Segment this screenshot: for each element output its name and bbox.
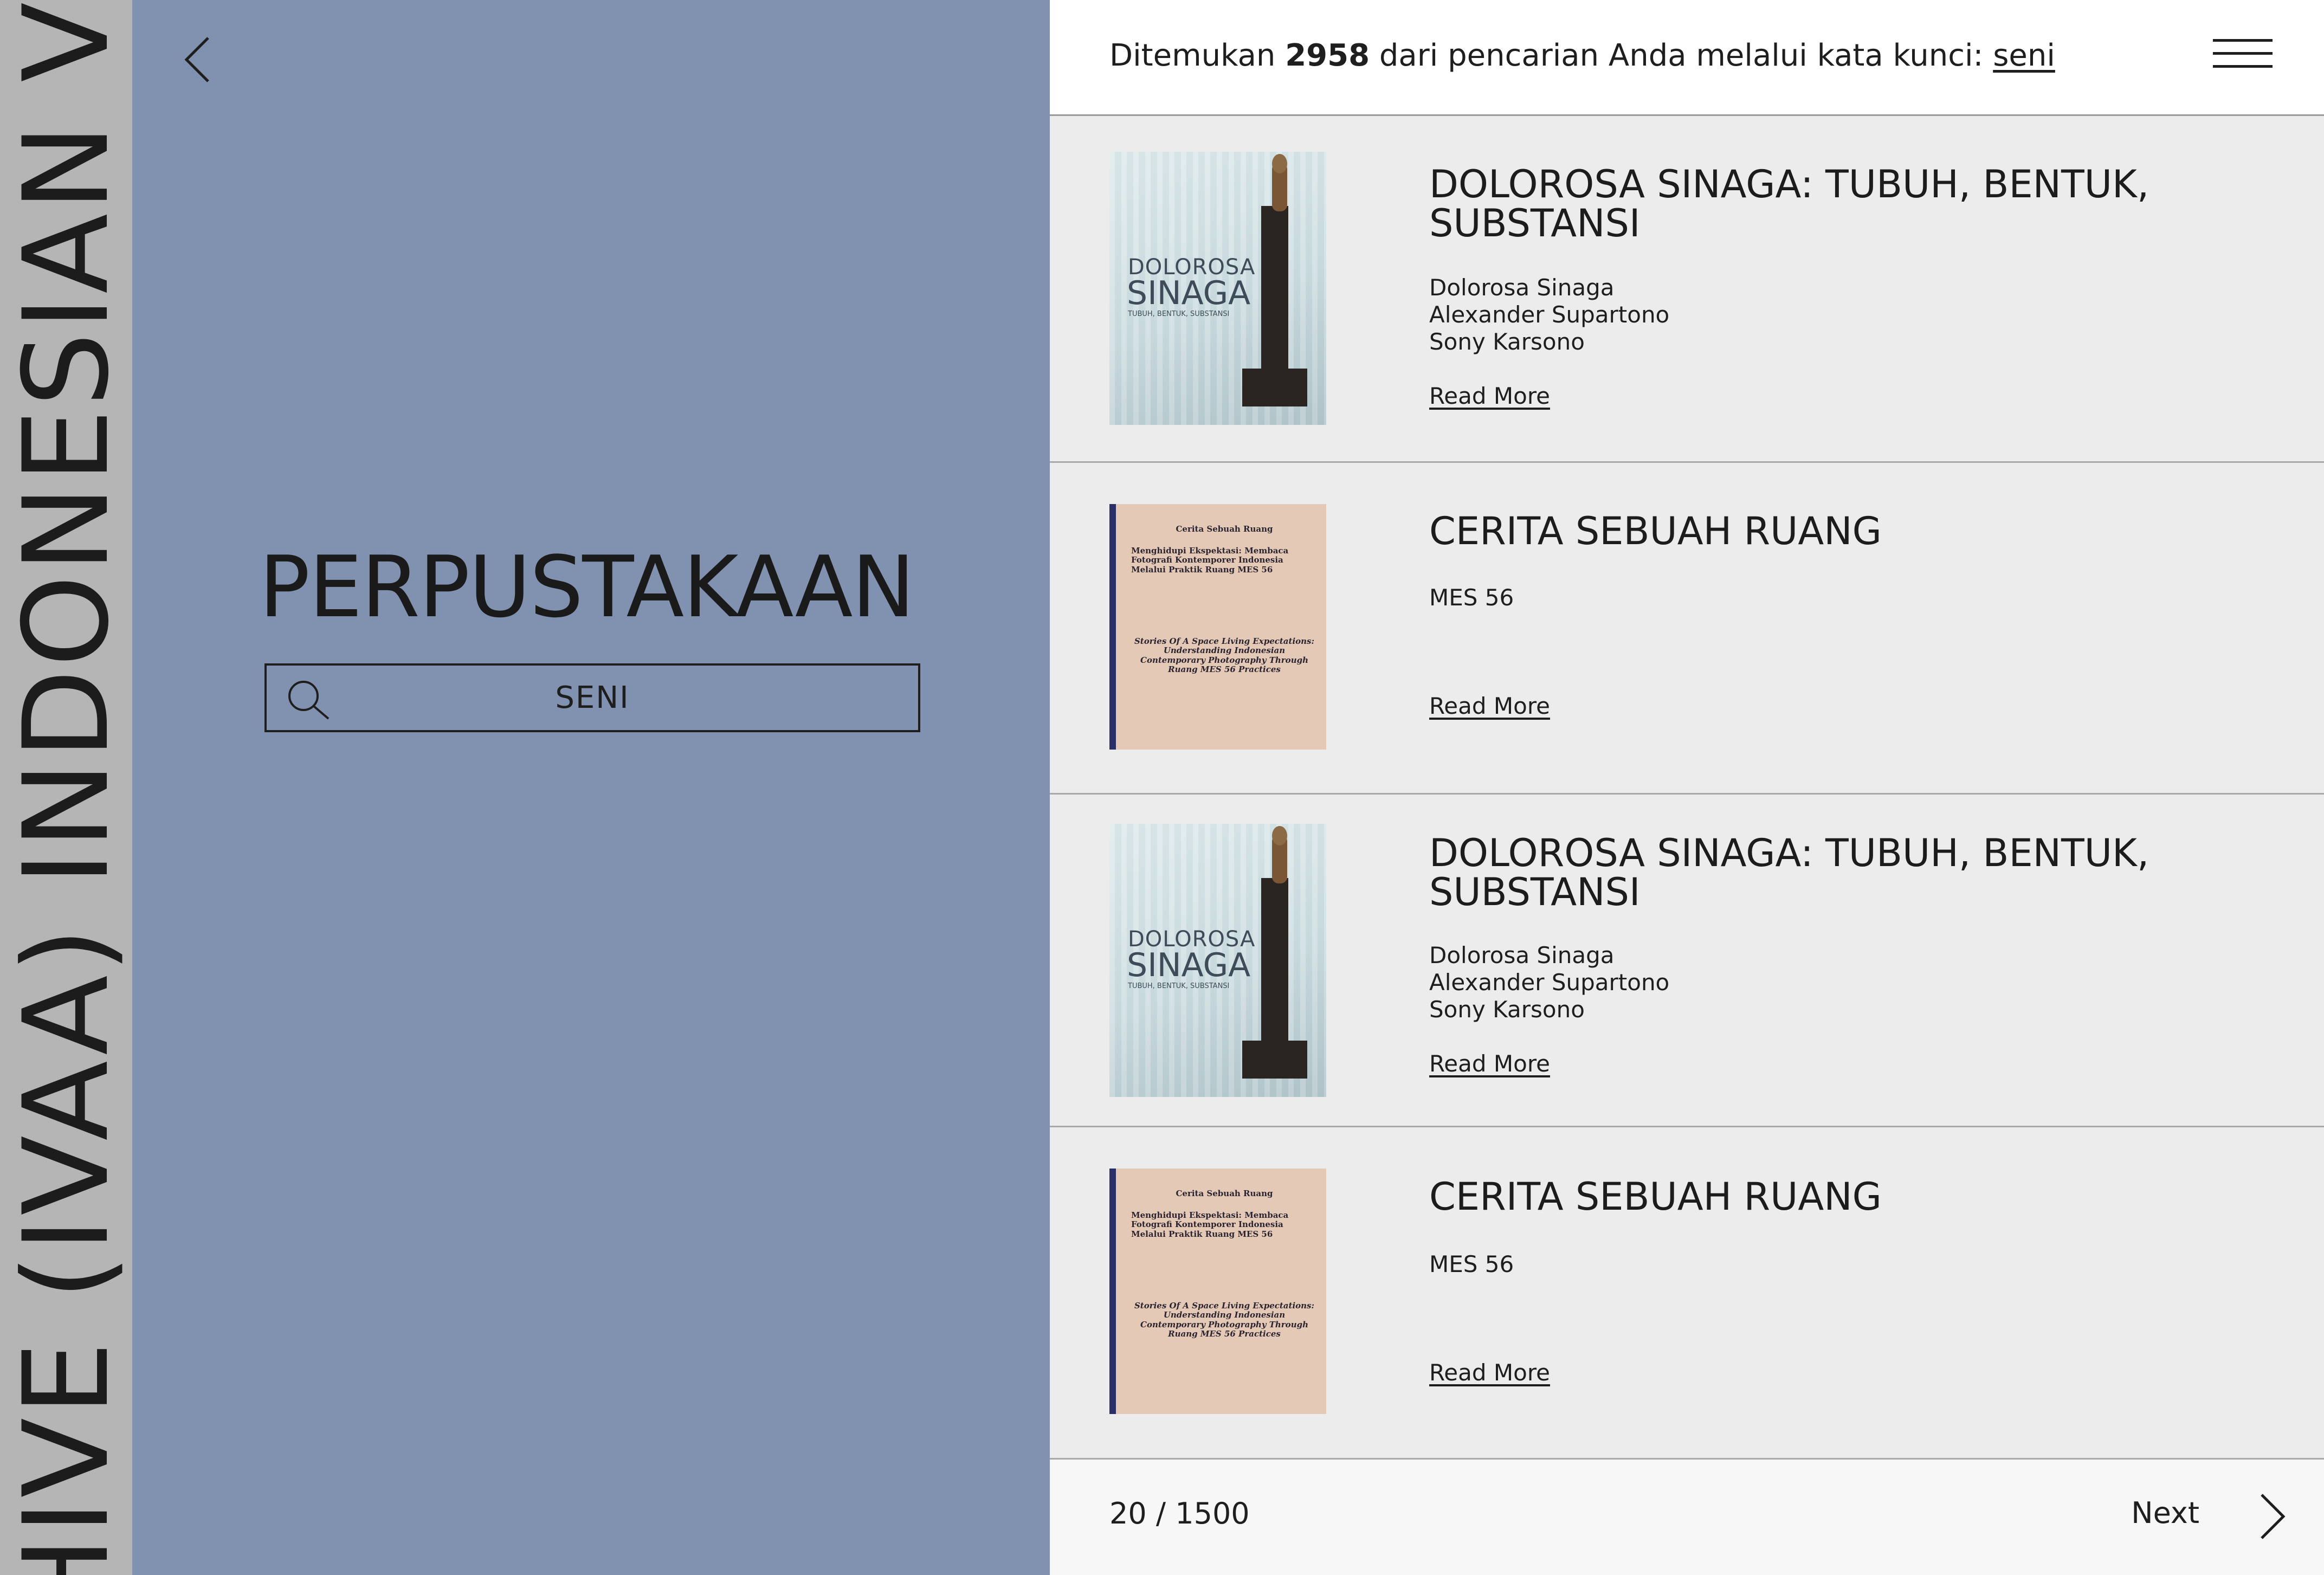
author: Dolorosa Sinaga: [1429, 274, 1615, 301]
cover-subtitle: TUBUH, BENTUK, SUBSTANSI: [1128, 310, 1230, 318]
book-cover[interactable]: DOLOROSA SINAGA TUBUH, BENTUK, SUBSTANSI: [1109, 152, 1326, 425]
author: Alexander Supartono: [1429, 301, 1670, 328]
read-more-link[interactable]: Read More: [1429, 1050, 1550, 1077]
author: Sony Karsono: [1429, 328, 1585, 355]
results-panel: Ditemukan 2958 dari pencarian Anda melal…: [1050, 0, 2324, 1575]
cover-title: SINAGA: [1127, 946, 1251, 984]
read-more-link[interactable]: Read More: [1429, 693, 1550, 719]
result-authors: MES 56: [1429, 584, 1514, 611]
result-title[interactable]: DOLOROSA SINAGA: TUBUH, BENTUK, SUBSTANS…: [1429, 834, 2242, 912]
next-label: Next: [2131, 1496, 2199, 1530]
side-band: INDONESIAN VISUAL ART ARCHIVE (IVAA) IND…: [0, 0, 132, 1575]
results-header: Ditemukan 2958 dari pencarian Anda melal…: [1050, 0, 2324, 116]
back-button[interactable]: [176, 33, 224, 87]
search-input[interactable]: [337, 666, 848, 730]
result-title[interactable]: CERITA SEBUAH RUANG: [1429, 1177, 2242, 1216]
author: Sony Karsono: [1429, 996, 1585, 1023]
summary-middle: dari pencarian Anda melalui kata kunci:: [1379, 38, 1984, 73]
cover-text: Stories Of A Space Living Expectations: …: [1134, 636, 1315, 674]
book-cover[interactable]: Cerita Sebuah Ruang Menghidupi Ekspektas…: [1109, 1169, 1326, 1414]
search-keyword-link[interactable]: seni: [1993, 38, 2055, 73]
page-title: PERPUSTAKAAN: [259, 538, 915, 636]
cover-text: Stories Of A Space Living Expectations: …: [1134, 1301, 1315, 1339]
result-item: Cerita Sebuah Ruang Menghidupi Ekspektas…: [1050, 1127, 2324, 1460]
summary-prefix: Ditemukan: [1109, 38, 1276, 73]
side-band-text: INDONESIAN VISUAL ART ARCHIVE (IVAA) IND…: [0, 0, 132, 1575]
search-icon[interactable]: [284, 677, 333, 721]
result-title[interactable]: DOLOROSA SINAGA: TUBUH, BENTUK, SUBSTANS…: [1429, 165, 2242, 243]
author: Dolorosa Sinaga: [1429, 942, 1615, 969]
cover-title: SINAGA: [1127, 274, 1251, 312]
cover-heading: Cerita Sebuah Ruang: [1176, 524, 1273, 534]
result-item: DOLOROSA SINAGA TUBUH, BENTUK, SUBSTANSI…: [1050, 795, 2324, 1127]
author: MES 56: [1429, 584, 1514, 611]
cover-text: Menghidupi Ekspektasi: Membaca Fotografi…: [1131, 546, 1289, 575]
next-page-button[interactable]: Next: [2107, 1484, 2324, 1549]
result-item: DOLOROSA SINAGA TUBUH, BENTUK, SUBSTANSI…: [1050, 116, 2324, 463]
results-footer: 20 / 1500 Next: [1050, 1460, 2324, 1575]
book-cover[interactable]: DOLOROSA SINAGA TUBUH, BENTUK, SUBSTANSI: [1109, 824, 1326, 1097]
search-box[interactable]: [264, 663, 920, 732]
author: MES 56: [1429, 1251, 1514, 1277]
search-panel: PERPUSTAKAAN: [132, 0, 1050, 1575]
results-count: 2958: [1285, 38, 1370, 73]
author: Alexander Supartono: [1429, 969, 1670, 996]
menu-button[interactable]: [2213, 39, 2273, 69]
result-title[interactable]: CERITA SEBUAH RUANG: [1429, 512, 2242, 551]
cover-heading: Cerita Sebuah Ruang: [1176, 1189, 1273, 1198]
chevron-right-icon: [2261, 1494, 2286, 1539]
book-cover[interactable]: Cerita Sebuah Ruang Menghidupi Ekspektas…: [1109, 504, 1326, 750]
result-authors: MES 56: [1429, 1251, 1514, 1278]
result-authors: Dolorosa Sinaga Alexander Supartono Sony…: [1429, 942, 1669, 1023]
result-item: Cerita Sebuah Ruang Menghidupi Ekspektas…: [1050, 463, 2324, 795]
result-authors: Dolorosa Sinaga Alexander Supartono Sony…: [1429, 274, 1669, 356]
cover-text: Menghidupi Ekspektasi: Membaca Fotografi…: [1131, 1210, 1289, 1239]
results-summary: Ditemukan 2958 dari pencarian Anda melal…: [1109, 38, 2055, 73]
pagination-status: 20 / 1500: [1109, 1496, 1250, 1531]
chevron-left-icon: [184, 37, 209, 82]
read-more-link[interactable]: Read More: [1429, 1359, 1550, 1386]
read-more-link[interactable]: Read More: [1429, 383, 1550, 409]
cover-subtitle: TUBUH, BENTUK, SUBSTANSI: [1128, 982, 1230, 990]
